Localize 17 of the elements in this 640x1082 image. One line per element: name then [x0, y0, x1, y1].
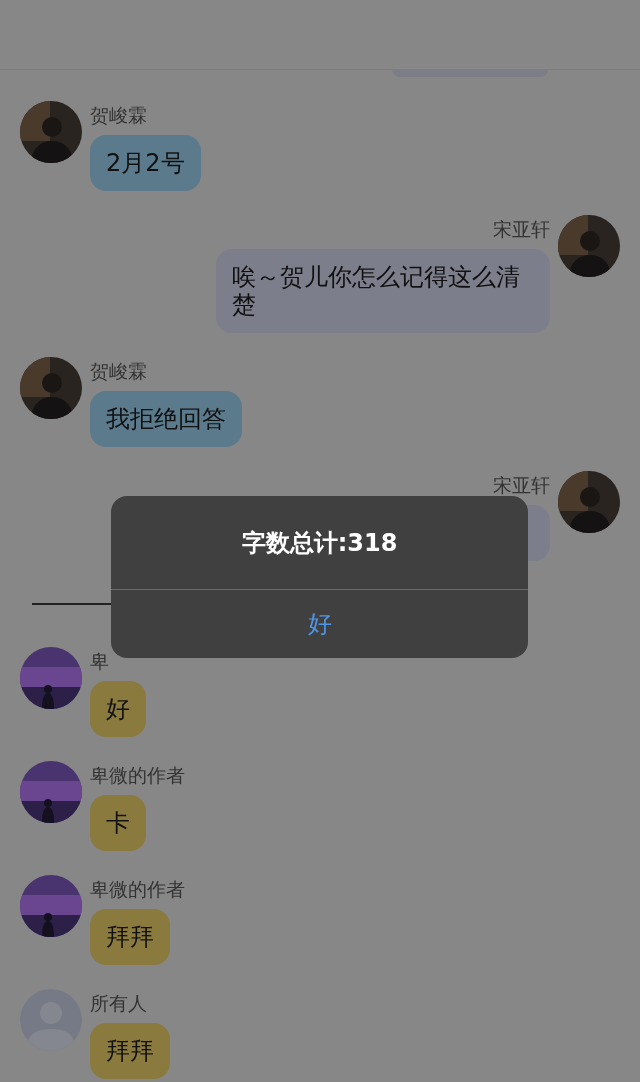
- message-bubble: 唉～贺儿你怎么记得这么清楚: [216, 249, 550, 333]
- message-bubble: 我拒绝回答: [90, 391, 242, 447]
- message-bubble: 拜拜: [90, 909, 170, 965]
- sender-name: 宋亚轩: [493, 473, 550, 497]
- ok-button[interactable]: 好: [111, 590, 528, 658]
- sender-name: 所有人: [90, 991, 147, 1015]
- sender-name: 宋亚轩: [493, 217, 550, 241]
- sender-name: 卑微的作者: [90, 877, 185, 901]
- sender-name: 卑: [90, 649, 109, 673]
- message-bubble: 卡: [90, 795, 146, 851]
- sender-name: 卑微的作者: [90, 763, 185, 787]
- message-bubble: 拜拜: [90, 1023, 170, 1079]
- message-bubble: 2月2号: [90, 135, 201, 191]
- message-bubble: 好: [90, 681, 146, 737]
- alert-title: 字数总计:318: [241, 527, 398, 559]
- sender-name: 贺峻霖: [90, 359, 147, 383]
- sender-name: 贺峻霖: [90, 103, 147, 127]
